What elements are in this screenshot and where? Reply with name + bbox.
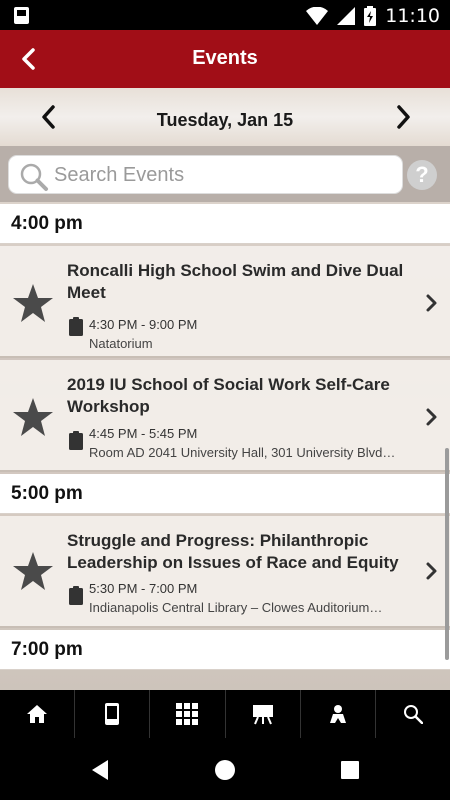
- presentation-icon: [252, 705, 273, 725]
- signal-icon: [337, 7, 356, 25]
- tab-person[interactable]: [301, 690, 376, 738]
- time-header-label: 7:00 pm: [11, 639, 83, 660]
- search-icon: [403, 705, 423, 724]
- clipboard-icon: [69, 431, 83, 450]
- event-title: 2019 IU School of Social Work Self-Care …: [67, 375, 390, 416]
- scrollbar[interactable]: [445, 448, 449, 660]
- search-icon: [20, 163, 48, 191]
- events-list-container[interactable]: Tuesday, Jan 15 ? 4:00 pm Roncalli High …: [0, 88, 450, 690]
- chevron-right-icon: [426, 408, 437, 426]
- event-item[interactable]: 2019 IU School of Social Work Self-Care …: [0, 360, 450, 472]
- event-title: Roncalli High School Swim and Dive Dual …: [67, 261, 404, 302]
- tab-presentation[interactable]: [226, 690, 301, 738]
- time-header-label: 4:00 pm: [11, 213, 83, 234]
- search-input[interactable]: [54, 162, 394, 188]
- nav-home-icon[interactable]: [213, 758, 237, 782]
- search-box: [8, 155, 403, 194]
- next-day-icon[interactable]: [390, 104, 416, 130]
- star-icon[interactable]: [12, 282, 54, 324]
- time-header: 7:00 pm: [0, 630, 450, 670]
- nav-recents-icon[interactable]: [338, 758, 362, 782]
- event-time: 4:45 PM - 5:45 PM: [89, 426, 198, 441]
- event-location: Natatorium: [89, 336, 153, 351]
- tab-search[interactable]: [376, 690, 450, 738]
- battery-icon: [364, 6, 377, 26]
- chevron-right-icon: [426, 562, 437, 580]
- event-time: 4:30 PM - 9:00 PM: [89, 317, 198, 332]
- event-location: Room AD 2041 University Hall, 301 Univer…: [89, 445, 396, 460]
- page-title: Events: [192, 47, 258, 69]
- time-header: 5:00 pm: [0, 474, 450, 514]
- event-time: 5:30 PM - 7:00 PM: [89, 581, 198, 596]
- event-location: Indianapolis Central Library – Clowes Au…: [89, 600, 383, 615]
- event-item[interactable]: Roncalli High School Swim and Dive Dual …: [0, 246, 450, 358]
- status-bar: 11:10: [0, 0, 450, 30]
- search-row: [0, 146, 450, 202]
- star-icon[interactable]: [12, 396, 54, 438]
- tab-qr-code[interactable]: [150, 690, 226, 738]
- nav-back-icon[interactable]: [88, 758, 112, 782]
- app-bar: Events: [0, 30, 450, 88]
- bottom-tab-bar: [0, 690, 450, 738]
- chevron-right-icon: [426, 294, 437, 312]
- tab-home[interactable]: [0, 690, 76, 738]
- clipboard-icon: [69, 317, 83, 336]
- sim-card-icon: [14, 7, 29, 24]
- time-header: 4:00 pm: [0, 204, 450, 244]
- date-navigator: Tuesday, Jan 15: [0, 88, 450, 146]
- event-item[interactable]: Struggle and Progress: Philanthropic Lea…: [0, 516, 450, 628]
- tab-phone[interactable]: [75, 690, 151, 738]
- status-time: 11:10: [385, 5, 440, 27]
- clipboard-icon: [69, 586, 83, 605]
- time-header-label: 5:00 pm: [11, 483, 83, 504]
- current-date: Tuesday, Jan 15: [156, 110, 294, 130]
- home-icon: [27, 705, 48, 723]
- person-icon: [329, 705, 346, 723]
- phone-icon: [105, 703, 120, 725]
- help-icon[interactable]: ?: [407, 160, 437, 190]
- system-nav-bar: [0, 738, 450, 800]
- wifi-icon: [306, 7, 329, 25]
- qr-code-icon: [176, 703, 199, 725]
- star-icon[interactable]: [12, 550, 54, 592]
- event-title: Struggle and Progress: Philanthropic Lea…: [67, 531, 399, 572]
